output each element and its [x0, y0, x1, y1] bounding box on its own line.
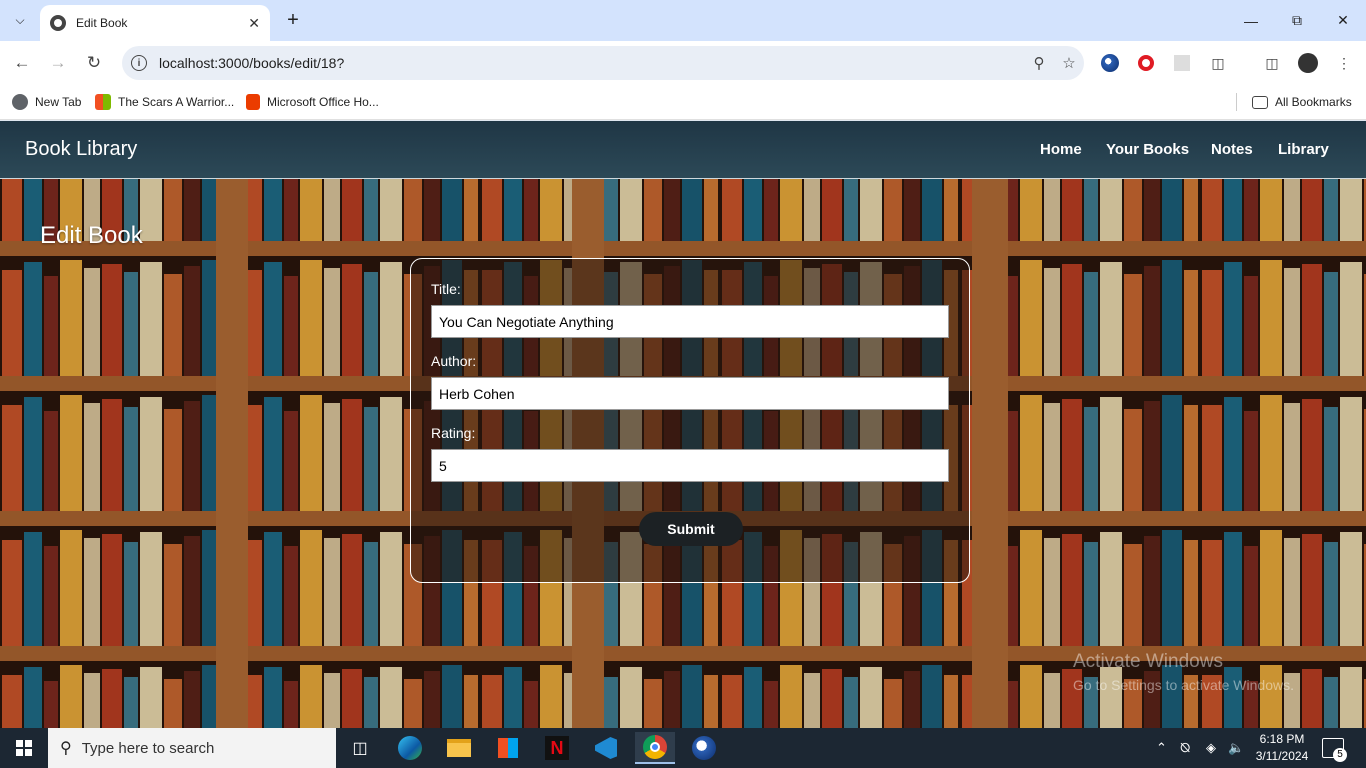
tab-search-chevron-icon[interactable]: ⌵: [8, 8, 32, 32]
author-label: Author:: [431, 353, 477, 369]
extension-opera-icon[interactable]: [1135, 52, 1157, 74]
site-brand[interactable]: Book Library: [25, 138, 137, 161]
start-button[interactable]: [0, 728, 48, 768]
clock-date: 3/11/2024: [1255, 749, 1309, 763]
rating-label: Rating:: [431, 425, 476, 441]
nav-your-books[interactable]: Your Books: [1106, 141, 1189, 158]
tray-chevron-icon[interactable]: ⌃: [1156, 728, 1167, 768]
task-view-icon[interactable]: ◫: [340, 732, 380, 764]
bookmark-label: New Tab: [35, 95, 82, 109]
search-placeholder: Type here to search: [81, 739, 215, 757]
extension-grid-icon[interactable]: [1171, 52, 1193, 74]
restore-button[interactable]: ⧉: [1274, 0, 1320, 41]
browser-extension-app-icon[interactable]: [684, 732, 724, 764]
store-icon[interactable]: [488, 732, 528, 764]
bookmark-scars-warrior[interactable]: The Scars A Warrior...: [95, 92, 234, 112]
web-page: Book Library Home Your Books Notes Libra…: [0, 121, 1366, 728]
menu-kebab-icon[interactable]: ⋮: [1333, 52, 1355, 74]
extensions-puzzle-icon[interactable]: ◫: [1207, 52, 1229, 74]
nav-home[interactable]: Home: [1040, 141, 1082, 158]
tab-edit-book[interactable]: Edit Book ✕: [40, 5, 270, 41]
bookmark-label: Microsoft Office Ho...: [267, 95, 379, 109]
edit-book-form: Title: Author: Rating: Submit: [410, 258, 970, 583]
title-field[interactable]: [431, 305, 949, 338]
folder-icon: [1252, 95, 1268, 109]
bookmark-office-home[interactable]: Microsoft Office Ho...: [246, 92, 379, 112]
edge-icon[interactable]: [390, 732, 430, 764]
page-title: Edit Book: [40, 222, 143, 249]
wifi-icon[interactable]: ◈: [1206, 728, 1216, 768]
globe-icon: [50, 15, 66, 31]
bookmark-divider: [1236, 93, 1237, 111]
zoom-icon[interactable]: ⚲: [1024, 54, 1054, 72]
tab-title: Edit Book: [76, 16, 128, 30]
windows-start-icon: [16, 740, 32, 756]
rating-field[interactable]: [431, 449, 949, 482]
system-clock[interactable]: 6:18 PM 3/11/2024: [1252, 731, 1312, 765]
title-label: Title:: [431, 281, 461, 297]
new-tab-button[interactable]: +: [282, 9, 304, 32]
back-button[interactable]: ←: [10, 51, 34, 75]
extension-globe-icon[interactable]: [1099, 52, 1121, 74]
browser-toolbar: ← → ↻ i localhost:3000/books/edit/18? ⚲ …: [0, 41, 1366, 85]
bookmark-label: The Scars A Warrior...: [118, 95, 235, 109]
site-info-icon[interactable]: i: [131, 55, 147, 71]
minimize-button[interactable]: —: [1228, 0, 1274, 41]
activate-windows-subtitle: Go to Settings to activate Windows.: [1073, 677, 1294, 693]
bookmark-new-tab[interactable]: New Tab: [12, 92, 81, 112]
clock-time: 6:18 PM: [1259, 732, 1305, 746]
globe-icon: [12, 94, 28, 110]
forward-button[interactable]: →: [46, 51, 70, 75]
bookmark-star-icon[interactable]: ☆: [1054, 54, 1084, 72]
netflix-icon[interactable]: N: [537, 732, 577, 764]
window-close-button[interactable]: ✕: [1320, 0, 1366, 41]
side-panel-icon[interactable]: ◫: [1261, 52, 1283, 74]
notification-count: 5: [1333, 748, 1347, 762]
windows-taskbar: ⚲ Type here to search ◫ N ⌃ ⦰ ◈ 🔈 6:18 P…: [0, 728, 1366, 768]
reload-button[interactable]: ↻: [82, 51, 106, 75]
nav-notes[interactable]: Notes: [1211, 141, 1253, 158]
submit-button[interactable]: Submit: [639, 512, 743, 546]
author-field[interactable]: [431, 377, 949, 410]
close-tab-icon[interactable]: ✕: [248, 15, 260, 32]
browser-tab-bar: ⌵ Edit Book ✕ + — ⧉ ✕: [0, 0, 1366, 41]
chrome-icon[interactable]: [635, 732, 675, 764]
profile-avatar[interactable]: [1297, 52, 1319, 74]
office-icon: [246, 94, 260, 110]
all-bookmarks[interactable]: All Bookmarks: [1252, 92, 1352, 112]
all-bookmarks-label: All Bookmarks: [1275, 95, 1352, 109]
taskbar-search[interactable]: ⚲ Type here to search: [48, 728, 336, 768]
site-navbar: Book Library Home Your Books Notes Libra…: [0, 121, 1366, 179]
search-icon: ⚲: [60, 740, 72, 757]
address-bar[interactable]: i localhost:3000/books/edit/18? ⚲ ☆: [122, 46, 1084, 80]
url-text[interactable]: localhost:3000/books/edit/18?: [159, 55, 1024, 71]
activate-windows-title: Activate Windows: [1073, 651, 1223, 672]
file-explorer-icon[interactable]: [439, 732, 479, 764]
volume-icon[interactable]: 🔈: [1228, 728, 1244, 768]
vscode-icon[interactable]: [586, 732, 626, 764]
windows-logo-icon: [95, 94, 111, 110]
network-off-icon[interactable]: ⦰: [1180, 728, 1190, 768]
bookmarks-bar: New Tab The Scars A Warrior... Microsoft…: [0, 85, 1366, 120]
nav-library[interactable]: Library: [1278, 141, 1329, 158]
